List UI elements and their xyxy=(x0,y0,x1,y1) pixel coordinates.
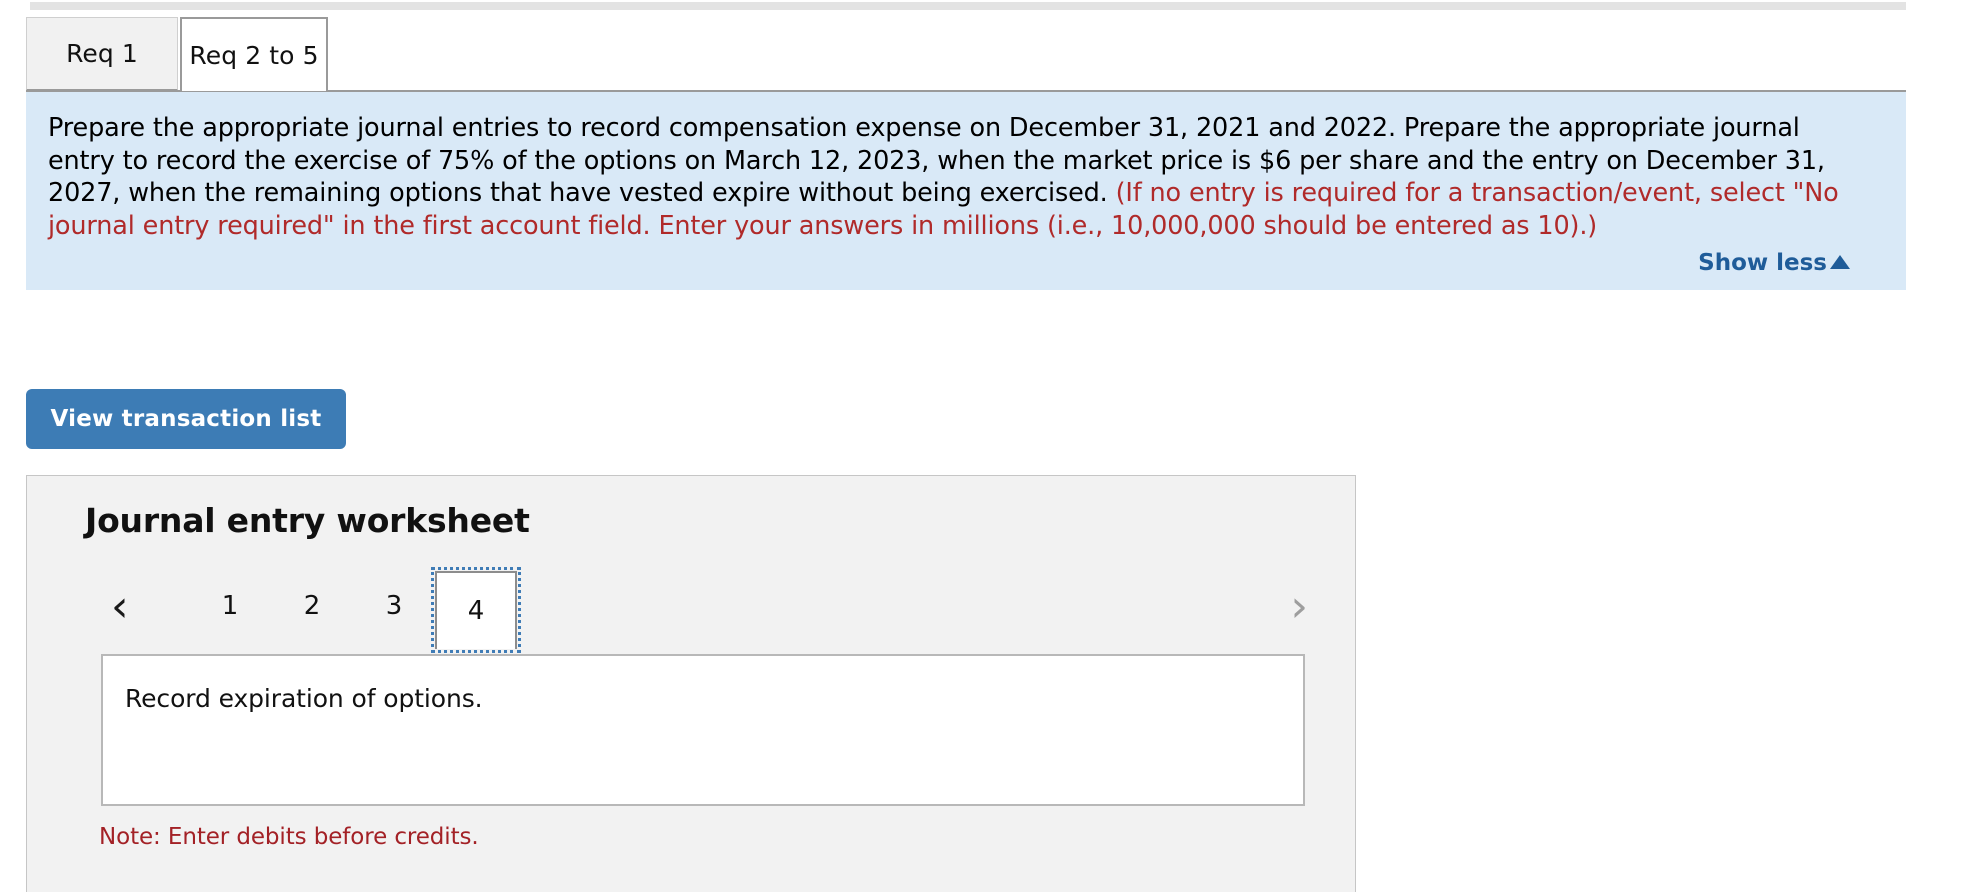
instruction-text: Prepare the appropriate journal entries … xyxy=(48,112,1848,242)
view-transaction-list-button[interactable]: View transaction list xyxy=(26,389,346,449)
caret-up-icon xyxy=(1830,255,1850,269)
tab-req-1[interactable]: Req 1 xyxy=(26,17,178,91)
requirement-tab-bar: Req 1 Req 2 to 5 xyxy=(26,17,328,91)
worksheet-title: Journal entry worksheet xyxy=(85,501,530,540)
tab-req-1-label: Req 1 xyxy=(66,39,138,68)
show-less-label: Show less xyxy=(1698,250,1827,276)
tab-req-2-to-5[interactable]: Req 2 to 5 xyxy=(180,17,328,91)
tab-req-2-to-5-label: Req 2 to 5 xyxy=(189,40,319,70)
instruction-banner: Prepare the appropriate journal entries … xyxy=(26,92,1906,290)
worksheet-page-2[interactable]: 2 xyxy=(271,571,353,641)
chevron-left-icon[interactable]: ‹ xyxy=(111,585,129,629)
worksheet-page-list: 1 2 3 4 xyxy=(189,567,521,653)
page-top-strip xyxy=(30,2,1906,10)
journal-entry-description-box: Record expiration of options. xyxy=(101,654,1305,806)
chevron-right-icon[interactable]: › xyxy=(1290,585,1308,629)
journal-entry-description-text: Record expiration of options. xyxy=(125,684,483,713)
journal-entry-worksheet-panel: Journal entry worksheet ‹ 1 2 3 4 › Reco… xyxy=(26,475,1356,892)
worksheet-page-4[interactable]: 4 xyxy=(431,567,521,653)
worksheet-page-3[interactable]: 3 xyxy=(353,571,435,641)
worksheet-page-1[interactable]: 1 xyxy=(189,571,271,641)
show-less-link[interactable]: Show less xyxy=(1698,250,1850,276)
worksheet-pager: ‹ 1 2 3 4 › xyxy=(85,567,1330,653)
debits-before-credits-note: Note: Enter debits before credits. xyxy=(99,824,479,850)
